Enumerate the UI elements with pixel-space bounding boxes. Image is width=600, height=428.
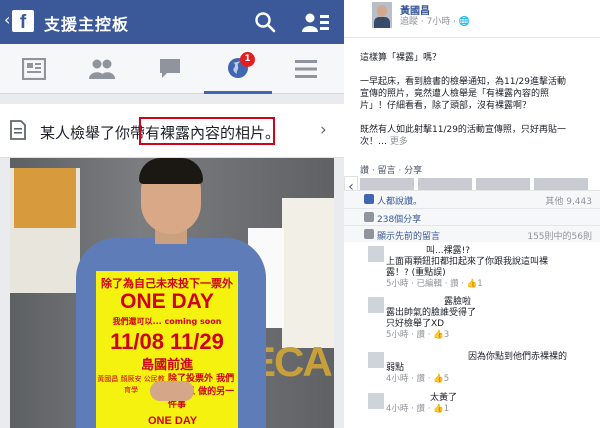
- chevron-right-icon[interactable]: ›: [320, 120, 327, 140]
- sign-line-4: 11/08 11/29: [110, 329, 224, 354]
- post-meta: 追蹤 · 7小時 · 🌐: [400, 17, 471, 27]
- facebook-logo-icon: f: [12, 10, 34, 32]
- comment-meta[interactable]: 4小時 · 讚 · 👍5: [386, 374, 596, 385]
- post-line-7: 既然有人如此射擊11/29的活動宣傳照，只好再貼一: [360, 125, 566, 135]
- person-hair: [139, 158, 203, 184]
- post-line-1: 這樣算「裸露」嗎？: [360, 53, 442, 63]
- post-line-3: 一早起床，看到臉書的檢舉通知，為11/29進擊活動: [360, 77, 566, 87]
- sign-line-5: 島國前進: [140, 358, 193, 373]
- avatar[interactable]: [372, 2, 392, 28]
- comment-meta[interactable]: 4小時 · 讚 · 👍1: [386, 404, 596, 415]
- comment-avatar[interactable]: [368, 246, 384, 262]
- sign-line-3: 我們還可以... coming soon: [112, 317, 222, 326]
- comment-avatar[interactable]: [368, 393, 384, 409]
- left-phone-screenshot: ‹ f 支援主控板 1 某人檢舉了你帶有裸露內容的相片。 › ECA 除了為自己…: [0, 0, 344, 428]
- friends-icon[interactable]: [302, 11, 330, 33]
- wall-poster-left: [10, 168, 80, 293]
- red-highlight-box: [139, 117, 275, 145]
- comment-icon: [364, 229, 374, 239]
- tab-news-feed[interactable]: [0, 44, 68, 94]
- comment-avatar[interactable]: [368, 352, 384, 368]
- comment-2: 露臉啦 露出帥氣的臉誰受得了 只好檢舉了XD 5小時 · 讚 · 👍3: [386, 297, 596, 341]
- news-feed-icon: [22, 58, 46, 80]
- post-line-4: 宣傳的照片，竟然遭人檢舉是「有裸露內容的照: [360, 89, 550, 99]
- wall-poster-right: [282, 198, 334, 348]
- see-more-link[interactable]: 更多: [390, 137, 408, 147]
- sign-line-2: ONE DAY: [120, 290, 214, 313]
- menu-icon: [295, 60, 317, 78]
- tab-menu[interactable]: [272, 44, 340, 94]
- prev-comments-label: 顯示先前的留言: [377, 232, 441, 242]
- yellow-sign: 除了為自己未來投下一票外 ONE DAY 我們還可以... coming soo…: [96, 271, 238, 428]
- comment-3: 因為你點到他們赤裸裸的 弱點 4小時 · 讚 · 👍5: [386, 352, 596, 385]
- notification-count-badge: 1: [240, 52, 255, 67]
- comment-meta[interactable]: 5小時 · 已編輯 · 讚 · 👍1: [386, 279, 596, 290]
- person-hand: [150, 381, 194, 401]
- comment-1: 叫...裸露!? 上面兩顆鈕扣都扣起來了你跟我說這叫裸 露！? (重點誤) 5小…: [386, 246, 596, 290]
- messages-icon: [160, 59, 180, 78]
- share-icon: [364, 212, 374, 222]
- reported-photo[interactable]: ECA 除了為自己未來投下一票外 ONE DAY 我們還可以... coming…: [10, 158, 334, 428]
- document-icon: [10, 120, 26, 140]
- likes-label: 人都說讚。: [377, 197, 423, 207]
- post-line-8: 次！… 更多: [360, 137, 408, 147]
- likes-row[interactable]: 人都說讚。 其他 9,443: [344, 190, 600, 208]
- prev-comments-count: 155則中的56則: [527, 232, 592, 242]
- prev-comments-row[interactable]: 顯示先前的留言 155則中的56則: [344, 225, 600, 242]
- shares-label: 238個分享: [377, 215, 422, 225]
- tab-notifications[interactable]: 1: [204, 44, 272, 94]
- like-icon: [364, 194, 374, 204]
- tab-friend-requests[interactable]: [68, 44, 136, 94]
- notification-row[interactable]: 某人檢舉了你帶有裸露內容的相片。 ›: [0, 104, 344, 158]
- tab-messages[interactable]: [136, 44, 204, 94]
- post-line-5: 片」！仔細看看，除了頭部，沒有裸露啊？: [360, 101, 532, 111]
- facebook-top-bar: ‹ f 支援主控板: [0, 0, 344, 44]
- likes-others[interactable]: 其他 9,443: [545, 194, 592, 207]
- comment-4: 太黃了 4小時 · 讚 · 👍1: [386, 393, 596, 415]
- search-icon[interactable]: [254, 11, 276, 33]
- sign-line-1: 除了為自己未來投下一票外: [101, 277, 233, 290]
- comment-avatar[interactable]: [368, 297, 384, 313]
- tab-bar: 1: [0, 44, 344, 94]
- back-icon[interactable]: ‹: [4, 10, 10, 29]
- page-title: 支援主控板: [44, 15, 130, 34]
- post-action-bar[interactable]: 讚 · 留言 · 分享: [360, 163, 422, 176]
- shares-row[interactable]: 238個分享: [344, 208, 600, 225]
- sign-line-8: ONE DAY: [148, 415, 198, 427]
- comment-meta[interactable]: 5小時 · 讚 · 👍3: [386, 330, 596, 341]
- friend-requests-icon: [89, 59, 115, 79]
